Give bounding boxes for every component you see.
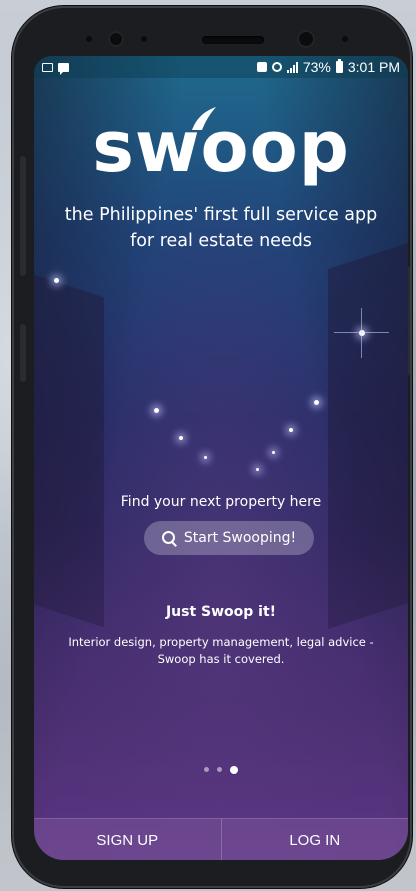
status-right: 73% 3:01 PM xyxy=(256,59,400,75)
sensor-dot xyxy=(141,36,147,42)
search-icon xyxy=(161,531,176,545)
app-screen: 73% 3:01 PM swoop the Philippines' first… xyxy=(34,56,408,860)
page-indicator xyxy=(34,765,408,774)
clock: 3:01 PM xyxy=(347,59,400,75)
light-streak xyxy=(361,308,362,358)
light-flare xyxy=(272,451,275,454)
light-flare xyxy=(359,330,365,336)
phone-frame: 73% 3:01 PM swoop the Philippines' first… xyxy=(12,6,412,888)
swoop-logo: swoop xyxy=(92,106,350,188)
light-flare xyxy=(204,456,207,459)
signal-icon xyxy=(286,61,298,73)
auth-bar: SIGN UP LOG IN xyxy=(34,818,408,860)
bixby-button xyxy=(20,324,26,382)
page-dot[interactable] xyxy=(204,767,209,772)
light-flare xyxy=(154,408,159,413)
wing-icon xyxy=(192,107,216,130)
page-dot[interactable] xyxy=(217,767,222,772)
status-left xyxy=(42,62,69,75)
battery-percent: 73% xyxy=(302,59,331,75)
slide-title: Just Swoop it! xyxy=(165,604,277,620)
find-property-label: Find your next property here xyxy=(120,494,322,510)
status-bar: 73% 3:01 PM xyxy=(34,56,408,78)
road xyxy=(34,526,408,860)
volume-button xyxy=(20,156,26,276)
earpiece-speaker xyxy=(202,36,264,44)
slide-description: Interior design, property management, le… xyxy=(68,635,374,666)
light-flare xyxy=(54,278,59,283)
alarm-icon xyxy=(271,62,282,72)
sensor-dot xyxy=(342,36,348,42)
log-in-button[interactable]: LOG IN xyxy=(222,819,409,860)
sign-up-button[interactable]: SIGN UP xyxy=(34,819,221,860)
start-swooping-label: Start Swooping! xyxy=(183,530,297,546)
light-flare xyxy=(289,428,293,432)
front-camera xyxy=(297,30,315,48)
tagline: the Philippines' first full service app … xyxy=(64,205,378,251)
light-flare xyxy=(179,436,183,440)
message-icon xyxy=(58,62,69,75)
sensor-dot xyxy=(86,36,92,42)
start-swooping-button[interactable]: Start Swooping! xyxy=(144,521,314,555)
page-dot-active[interactable] xyxy=(230,765,238,774)
battery-icon xyxy=(335,59,343,73)
nfc-icon xyxy=(256,62,267,72)
image-icon xyxy=(42,62,53,72)
light-flare xyxy=(256,468,259,471)
iris-camera xyxy=(108,31,124,47)
light-flare xyxy=(314,400,319,405)
